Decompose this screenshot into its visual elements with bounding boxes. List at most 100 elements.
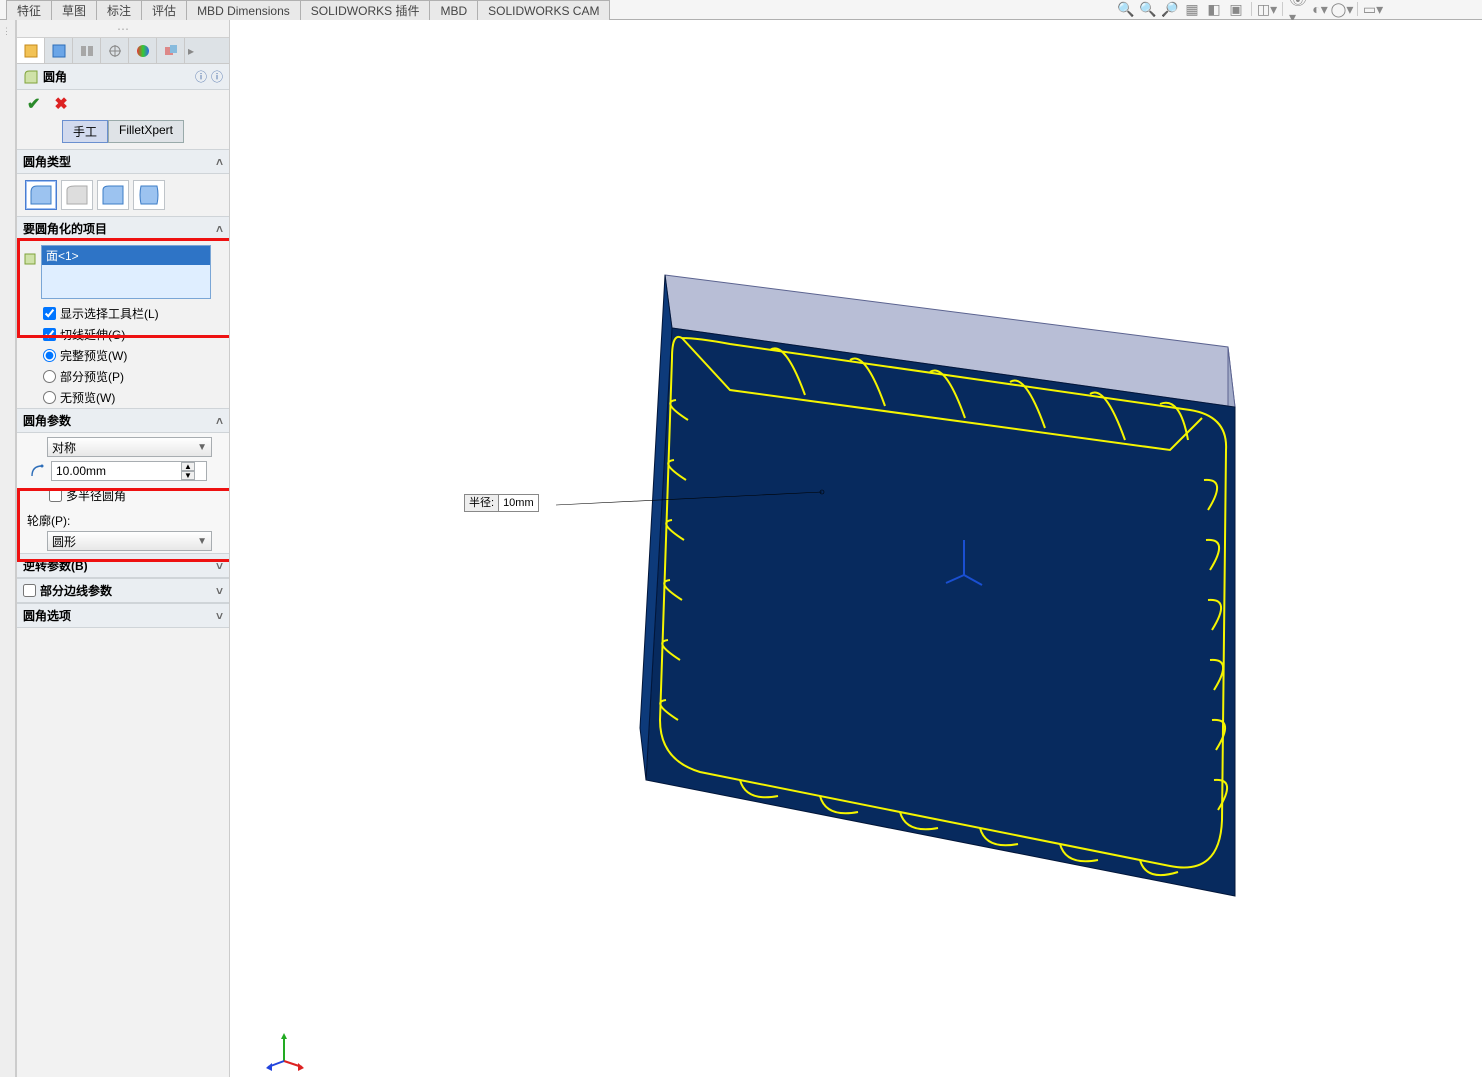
pm-tab-row: ▸: [17, 38, 229, 64]
pm-tab-more[interactable]: ▸: [185, 38, 197, 63]
zoom-fit-icon[interactable]: 🔍: [1117, 0, 1135, 18]
section-fillet-params-label: 圆角参数: [23, 412, 71, 429]
ok-button[interactable]: ✔: [27, 94, 40, 114]
toolbar-separator: [1251, 2, 1252, 16]
filletxpert-button[interactable]: FilletXpert: [108, 120, 184, 143]
full-preview-label: 完整预览(W): [60, 347, 127, 364]
partial-preview-radio[interactable]: [43, 370, 56, 383]
tab-sw-cam[interactable]: SOLIDWORKS CAM: [477, 0, 610, 20]
spin-down[interactable]: ▼: [181, 471, 195, 480]
section-partial-edge-label: 部分边线参数: [40, 582, 112, 599]
section-fillet-items[interactable]: 要圆角化的项目 ˄: [17, 216, 229, 241]
pm-tab-property-manager[interactable]: [45, 38, 73, 63]
section-fillet-items-label: 要圆角化的项目: [23, 220, 107, 237]
selection-item[interactable]: 面<1>: [42, 246, 210, 265]
pm-confirm-row: ✔ ✖: [17, 90, 229, 118]
no-preview-label: 无预览(W): [60, 389, 115, 406]
zoom-prev-icon[interactable]: 🔎: [1161, 0, 1179, 18]
section-options[interactable]: 圆角选项 ˅: [17, 603, 229, 628]
symmetry-value: 对称: [52, 439, 76, 456]
fillet-type-constant[interactable]: [25, 180, 57, 210]
task-pane-strip[interactable]: ⋮: [0, 20, 16, 1077]
profile-dropdown[interactable]: 圆形 ▼: [47, 531, 212, 551]
section-reverse[interactable]: 逆转参数(B) ˅: [17, 553, 229, 578]
view-triad: [264, 1031, 304, 1071]
chevron-up-icon: ˄: [216, 222, 223, 236]
profile-value: 圆形: [52, 533, 76, 550]
view-orient-icon[interactable]: ◫▾: [1258, 0, 1276, 18]
view-toolbar: 🔍 🔍 🔎 ▦ ◧ ▣ ◫▾ 👁▾ ◐▾ ◯▾ ▭▾: [1117, 0, 1382, 18]
pm-help-more[interactable]: ⓘ: [211, 70, 223, 84]
opt-no-preview[interactable]: 无预览(W): [17, 387, 229, 408]
radius-callout-label: 半径:: [464, 494, 499, 512]
radius-icon: [29, 462, 47, 481]
opt-show-toolbar[interactable]: 显示选择工具栏(L): [17, 303, 229, 324]
filletxpert-toggle: 手工 FilletXpert: [17, 118, 229, 149]
model-preview: [230, 20, 1482, 1077]
face-select-icon: [23, 251, 39, 267]
radius-callout-value[interactable]: 10mm: [499, 494, 539, 512]
pm-help-icon[interactable]: ⓘⓘ: [195, 68, 223, 85]
tab-sketch[interactable]: 草图: [51, 0, 97, 20]
pm-tab-config-manager[interactable]: [73, 38, 101, 63]
tangent-label: 切线延伸(G): [60, 326, 125, 343]
tab-features[interactable]: 特征: [6, 0, 52, 20]
spin-up[interactable]: ▲: [181, 462, 195, 471]
chevron-up-icon: ˄: [216, 155, 223, 169]
no-preview-radio[interactable]: [43, 391, 56, 404]
fillet-type-full[interactable]: [133, 180, 165, 210]
scene-icon[interactable]: ▭▾: [1364, 0, 1382, 18]
section-partial-edge[interactable]: 部分边线参数 ˅: [17, 578, 229, 603]
tab-evaluate[interactable]: 评估: [141, 0, 187, 20]
toolbar-separator: [1357, 2, 1358, 16]
full-preview-radio[interactable]: [43, 349, 56, 362]
opt-full-preview[interactable]: 完整预览(W): [17, 345, 229, 366]
show-toolbar-label: 显示选择工具栏(L): [60, 305, 159, 322]
chevron-down-icon: ˅: [216, 559, 223, 573]
graphics-viewport[interactable]: [230, 20, 1482, 1077]
tab-mbd[interactable]: MBD: [429, 0, 478, 20]
display-style-icon[interactable]: 👁▾: [1289, 0, 1307, 18]
symmetry-dropdown[interactable]: 对称 ▼: [47, 437, 212, 457]
pm-tab-cam[interactable]: [157, 38, 185, 63]
fillet-type-variable[interactable]: [61, 180, 93, 210]
fillet-type-face[interactable]: [97, 180, 129, 210]
section-fillet-params[interactable]: 圆角参数 ˄: [17, 408, 229, 433]
perspective-icon[interactable]: ▣: [1227, 0, 1245, 18]
chevron-down-icon: ˅: [216, 609, 223, 623]
selection-empty: [42, 265, 210, 283]
manual-mode-button[interactable]: 手工: [62, 120, 108, 143]
tab-sw-addins[interactable]: SOLIDWORKS 插件: [300, 0, 431, 20]
section-icon[interactable]: ▦: [1183, 0, 1201, 18]
opt-tangent[interactable]: 切线延伸(G): [17, 324, 229, 345]
pm-tab-dimxpert[interactable]: [101, 38, 129, 63]
radius-callout[interactable]: 半径: 10mm: [464, 494, 539, 512]
pm-tab-feature-manager[interactable]: [17, 38, 45, 63]
tab-annotate[interactable]: 标注: [96, 0, 142, 20]
fillet-type-icons: [17, 174, 229, 216]
section-fillet-type[interactable]: 圆角类型 ˄: [17, 149, 229, 174]
multi-radius-checkbox[interactable]: [49, 489, 62, 502]
hide-show-icon[interactable]: ◐▾: [1311, 0, 1329, 18]
zoom-area-icon[interactable]: 🔍: [1139, 0, 1157, 18]
tangent-checkbox[interactable]: [43, 328, 56, 341]
pm-title-bar: 圆角 ⓘⓘ: [17, 64, 229, 90]
section-options-label: 圆角选项: [23, 607, 71, 624]
appearance-icon[interactable]: ◯▾: [1333, 0, 1351, 18]
fillet-icon: [23, 69, 39, 85]
chevron-up-icon: ˄: [216, 414, 223, 428]
show-toolbar-checkbox[interactable]: [43, 307, 56, 320]
selection-list[interactable]: 面<1>: [41, 245, 211, 299]
opt-part-preview[interactable]: 部分预览(P): [17, 366, 229, 387]
pm-handle[interactable]: ⋯: [17, 20, 229, 38]
partial-edge-checkbox[interactable]: [23, 584, 36, 597]
radius-spinner[interactable]: ▲▼: [181, 462, 195, 480]
radius-row: ▲▼: [29, 461, 221, 481]
toolbar-separator: [1282, 2, 1283, 16]
multi-radius-label: 多半径圆角: [66, 487, 126, 504]
shadow-icon[interactable]: ◧: [1205, 0, 1223, 18]
cancel-button[interactable]: ✖: [54, 94, 67, 114]
tab-mbd-dim[interactable]: MBD Dimensions: [186, 0, 301, 20]
pm-tab-display-manager[interactable]: [129, 38, 157, 63]
opt-multi-radius[interactable]: 多半径圆角: [25, 485, 221, 506]
